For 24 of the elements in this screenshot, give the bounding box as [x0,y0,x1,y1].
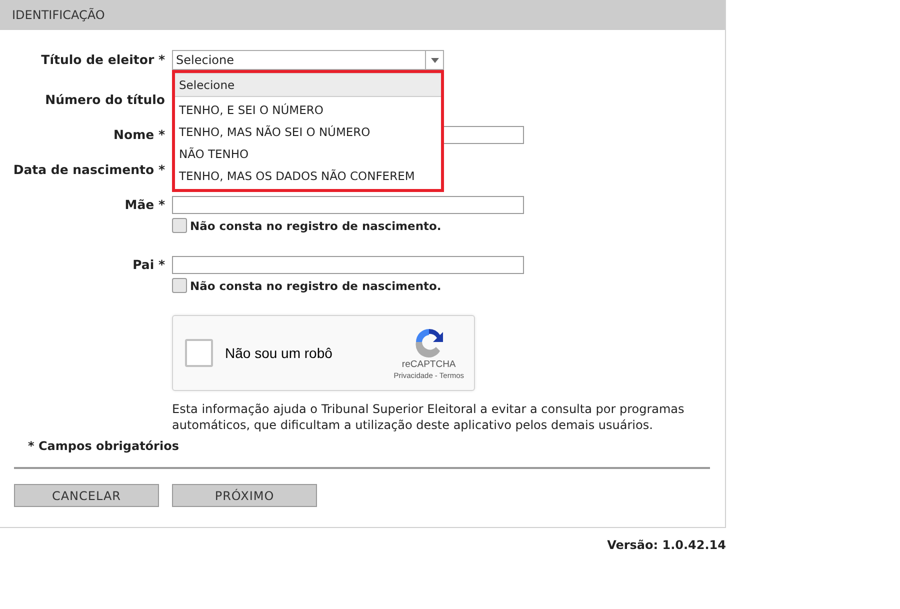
checkbox[interactable] [172,278,187,293]
version-text: Versão: 1.0.42.14 [606,538,726,552]
info-text: Esta informação ajuda o Tribunal Superior Eleitoral a evitar a consulta por programas automáticos, que dificultam a utilização deste aplicativo pelos demais usuários. [172,401,686,433]
captcha-checkbox[interactable] [185,339,213,367]
checkbox-label: Não consta no registro de nascimento. [190,278,442,292]
captcha-label: Não sou um robô [225,345,334,361]
text-field[interactable] [172,256,524,274]
field-label: Mãe * [124,196,165,214]
field-label: Título de eleitor * [40,51,165,69]
captcha-brand: reCAPTCHA [402,359,456,370]
cancel-button[interactable]: CANCELAR [14,484,159,507]
checkbox-label: Não consta no registro de nascimento. [190,218,442,232]
required-note: * Campos obrigatórios [27,439,180,453]
next-button[interactable]: PRÓXIMO [172,484,317,507]
field-label: Pai * [132,256,165,274]
section-header: IDENTIFICAÇÃO [0,0,725,30]
select-field[interactable]: Selecione [172,50,444,70]
checkbox[interactable] [172,218,187,233]
text-field[interactable] [172,196,524,214]
field-label: Nome * [112,126,165,144]
field-label: Número do título [44,91,165,109]
dropdown-option[interactable]: Selecione [175,73,441,97]
caret-icon [430,58,438,62]
field-label: Data de nascimento * [12,161,165,179]
